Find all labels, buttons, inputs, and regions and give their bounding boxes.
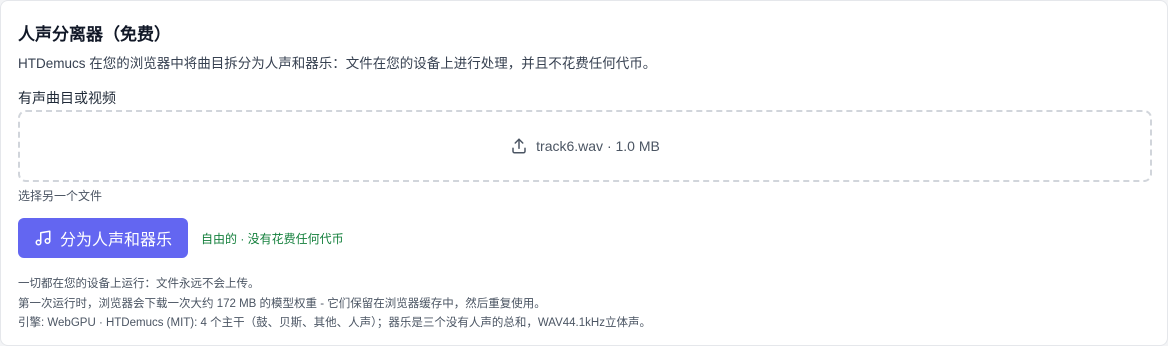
footnote-line: 第一次运行时，浏览器会下载一次大约 172 MB 的模型权重 - 它们保留在浏览… bbox=[18, 297, 546, 310]
choose-another-file-link[interactable]: 选择另一个文件 bbox=[18, 187, 102, 204]
footnote-line: 一切都在您的设备上运行：文件永远不会上传。 bbox=[18, 278, 260, 290]
separate-button[interactable]: 分为人声和器乐 bbox=[18, 218, 188, 258]
footnote-line: 引擎: WebGPU · HTDemucs (MIT): 4 个主干（鼓、贝斯、… bbox=[18, 317, 651, 329]
page-title: 人声分离器（免费） bbox=[18, 25, 171, 44]
action-row: 分为人声和器乐 自由的 · 没有花费任何代币 bbox=[18, 218, 344, 258]
separate-button-label: 分为人声和器乐 bbox=[59, 232, 172, 249]
selected-file-info: track6.wav · 1.0 MB bbox=[536, 138, 660, 154]
free-cost-note: 自由的 · 没有花费任何代币 bbox=[201, 231, 344, 246]
upload-icon bbox=[510, 137, 528, 155]
upload-field-label: 有声曲目或视频 bbox=[18, 90, 116, 106]
music-note-icon bbox=[34, 229, 52, 247]
footnotes: 一切都在您的设备上运行：文件永远不会上传。 第一次运行时，浏览器会下载一次大约 … bbox=[18, 275, 651, 334]
vocal-separator-card: 人声分离器（免费） HTDemucs 在您的浏览器中将曲目拆分为人声和器乐：文件… bbox=[0, 0, 1168, 346]
page-subtitle: HTDemucs 在您的浏览器中将曲目拆分为人声和器乐：文件在您的设备上进行处理… bbox=[18, 56, 657, 71]
file-dropzone[interactable]: track6.wav · 1.0 MB bbox=[18, 110, 1152, 182]
